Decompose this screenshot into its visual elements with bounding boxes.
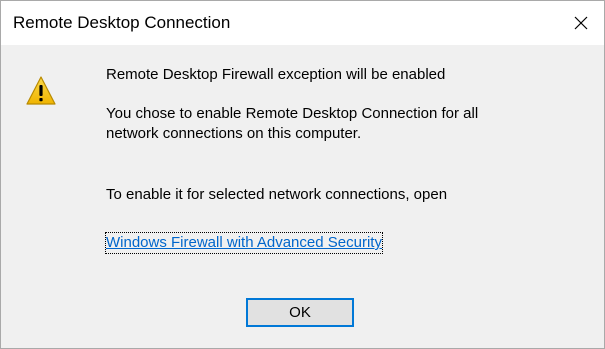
warning-icon [26,76,56,105]
message-heading: Remote Desktop Firewall exception will b… [106,66,446,83]
dialog-body: Remote Desktop Firewall exception will b… [1,45,604,348]
close-button[interactable] [558,1,604,45]
title-bar[interactable]: Remote Desktop Connection [1,1,604,45]
window-title: Remote Desktop Connection [13,13,231,32]
dialog-window: Remote Desktop Connection Remote Desktop… [0,0,605,349]
firewall-advanced-security-link[interactable]: Windows Firewall with Advanced Security [105,232,383,254]
close-icon [574,16,588,30]
message-paragraph-1: You chose to enable Remote Desktop Conne… [106,105,479,142]
ok-button[interactable]: OK [246,298,354,327]
message-paragraph-2: To enable it for selected network connec… [106,186,448,203]
